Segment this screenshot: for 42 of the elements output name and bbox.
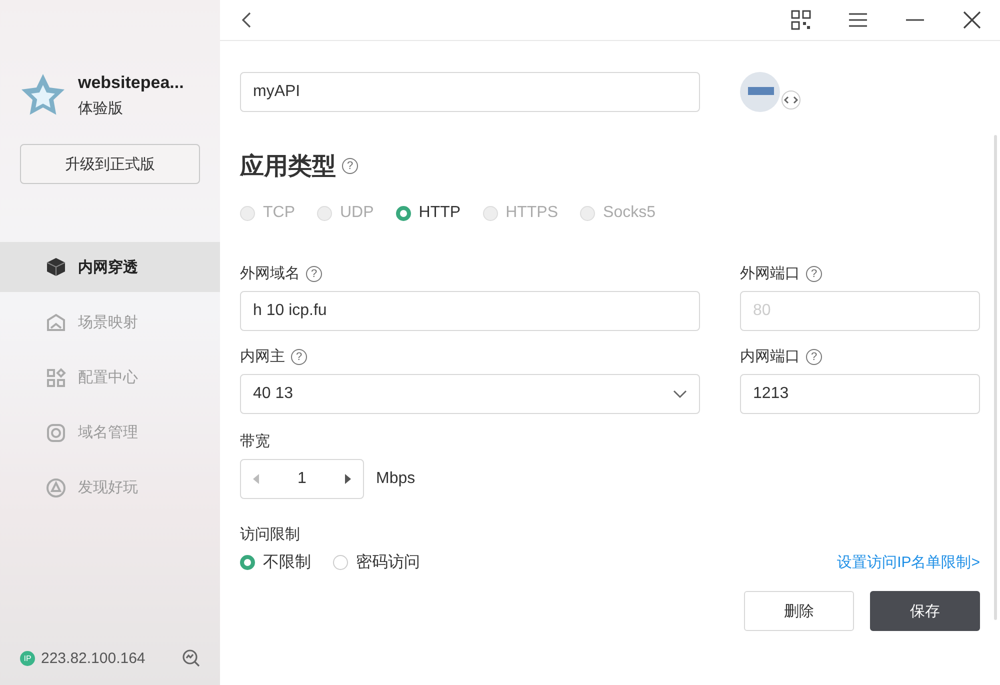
search-icon[interactable] [182,649,200,667]
close-icon[interactable] [962,10,982,30]
house-icon [46,312,66,332]
app-name-field[interactable]: myAPI [240,72,700,112]
app-logo-icon[interactable] [740,72,802,112]
field-label: 外网端口 [740,264,800,283]
account-name: websitepea... [78,72,184,92]
sidebar-item[interactable]: 内网穿透 [0,242,220,292]
radio-button[interactable]: 不限制 [240,552,311,573]
save-button[interactable]: 保存 [870,591,980,631]
cube-icon [46,257,66,277]
radio-button[interactable]: 密码访问 [333,552,420,573]
field-label: 外网域名 [240,264,300,283]
ip-list-link[interactable]: 设置访问IP名单限制> [837,553,980,572]
section-title: 应用类型 [240,152,336,182]
back-icon[interactable] [240,11,252,29]
increment-icon[interactable] [345,474,351,484]
qr-code-icon[interactable] [791,10,811,30]
help-icon[interactable]: ? [291,348,307,364]
dropdown[interactable]: 40 13 [240,374,700,414]
field-label: 内网主 [240,347,285,366]
field-label: 访问限制 [240,525,301,544]
grid-icon [46,368,66,388]
ip-address: 223.82.100.164 [41,650,146,666]
field-label: 内网端口 [740,347,800,366]
input-field[interactable]: h 10 icp.fu [240,291,700,331]
scrollbar[interactable] [994,135,997,620]
flower-icon [46,422,66,442]
help-icon[interactable]: ? [806,348,822,364]
number-stepper[interactable]: 1 [240,459,364,499]
radio-button[interactable]: HTTP [396,204,461,222]
help-icon[interactable]: ? [306,266,322,282]
menu-icon[interactable] [848,10,868,30]
upgrade-button[interactable]: 升级到正式版 [20,144,200,184]
unit-label: Mbps [376,470,416,488]
edition-label: 体验版 [78,98,124,118]
input-field[interactable]: 1213 [740,374,980,414]
ip-badge: IP [20,650,35,666]
field-label: 带宽 [240,432,271,451]
help-icon[interactable]: ? [342,158,358,174]
chevron-down-icon [673,389,687,399]
delete-button[interactable]: 删除 [744,591,854,631]
